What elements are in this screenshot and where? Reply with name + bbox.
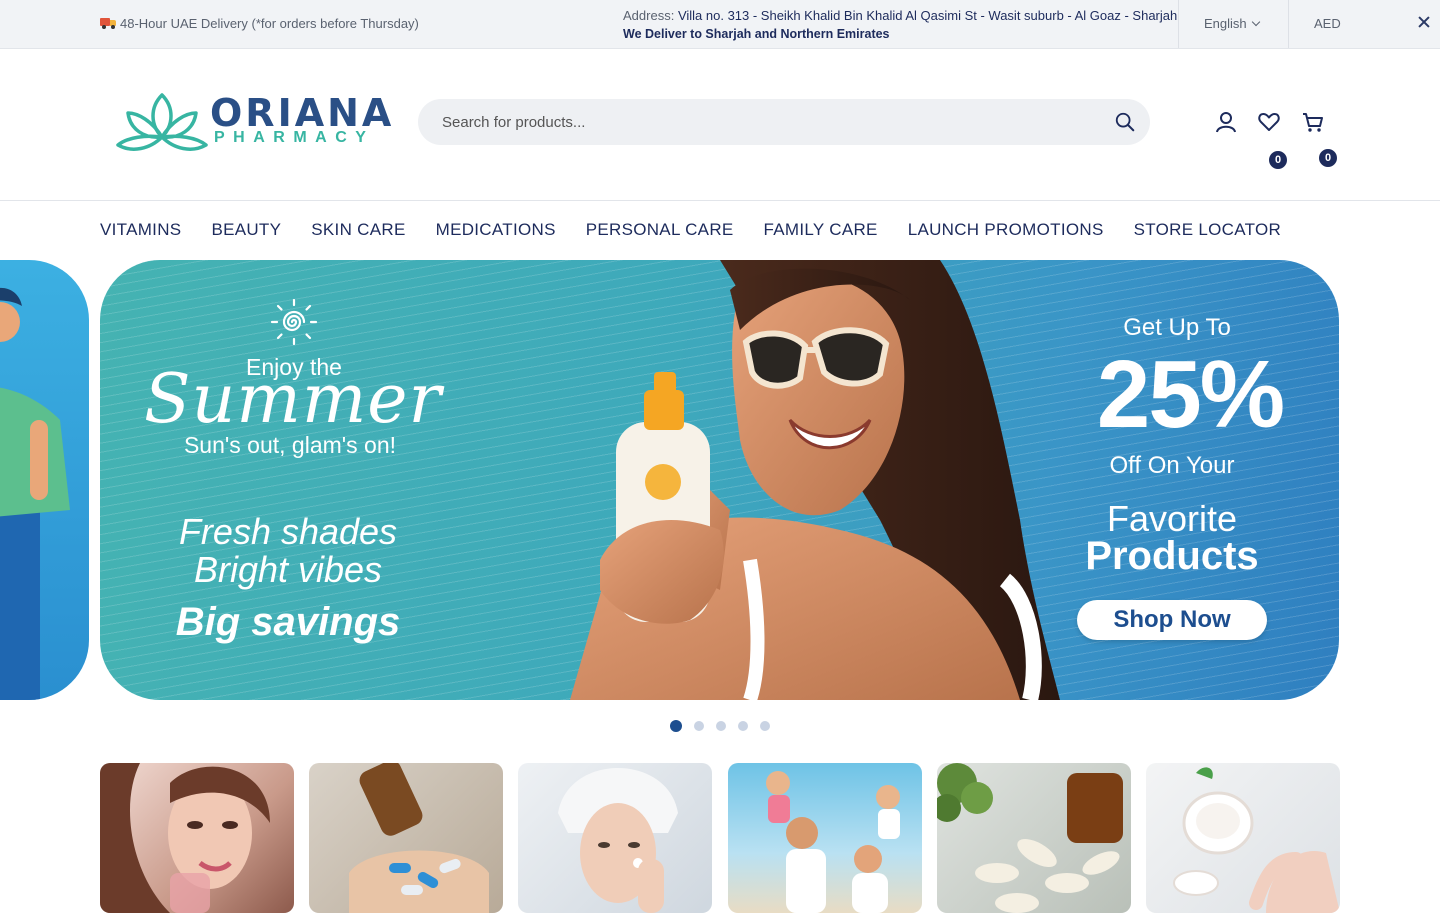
- category-tile-family-care[interactable]: [728, 763, 922, 913]
- nav-item-beauty[interactable]: BEAUTY: [211, 220, 281, 240]
- sun-icon: [270, 298, 318, 346]
- delivery-notice: 48-Hour UAE Delivery (*for orders before…: [100, 16, 419, 31]
- promo-products: Products: [1085, 534, 1259, 578]
- pills-photo: [349, 763, 489, 913]
- hero-savings-text: Big savings: [175, 600, 401, 644]
- promo-percent: 25%: [1096, 341, 1285, 448]
- skincare-photo: [558, 768, 678, 913]
- vitamins-photo: [937, 763, 1123, 913]
- category-tile-skin-care[interactable]: [518, 763, 712, 913]
- personal-care-photo: [1173, 767, 1340, 913]
- model-photo: [570, 260, 1060, 700]
- nav-item-medications[interactable]: MEDICATIONS: [436, 220, 556, 240]
- person-illustration: [0, 287, 70, 700]
- slider-dot-1[interactable]: [670, 720, 682, 732]
- logo[interactable]: ORIANA PHARMACY: [116, 89, 391, 155]
- promo-off-on-your: Off On Your: [1109, 452, 1235, 479]
- category-tile-personal-care[interactable]: [1146, 763, 1340, 913]
- category-tile-beauty[interactable]: [100, 763, 294, 913]
- beauty-photo: [100, 763, 270, 913]
- nav-item-vitamins[interactable]: VITAMINS: [100, 220, 181, 240]
- main-nav: VITAMINS BEAUTY SKIN CARE MEDICATIONS PE…: [0, 201, 1440, 259]
- slider-dot-3[interactable]: [716, 721, 726, 731]
- nav-item-personal-care[interactable]: PERSONAL CARE: [586, 220, 734, 240]
- chevron-down-icon: [1251, 17, 1260, 27]
- delivery-text: 48-Hour UAE Delivery (*for orders before…: [120, 16, 419, 31]
- currency-selector[interactable]: AED: [1314, 16, 1341, 31]
- category-tile-vitamins[interactable]: [937, 763, 1131, 913]
- delivery-area: We Deliver to Sharjah and Northern Emira…: [623, 27, 890, 41]
- hero-summer-title: Summer: [143, 360, 443, 439]
- search-icon[interactable]: [1114, 111, 1136, 133]
- slider-dot-4[interactable]: [738, 721, 748, 731]
- close-icon[interactable]: [1416, 14, 1432, 30]
- shop-now-button[interactable]: Shop Now: [1077, 600, 1267, 640]
- slider-pagination: [670, 720, 770, 732]
- slider-dot-2[interactable]: [694, 721, 704, 731]
- logo-subtitle: PHARMACY: [214, 129, 375, 146]
- search-bar: [418, 99, 1150, 145]
- site-header: ORIANA PHARMACY 0 0: [0, 49, 1440, 201]
- wishlist-count-badge: 0: [1267, 149, 1289, 171]
- hero-tagline: Sun's out, glam's on!: [183, 432, 397, 458]
- category-tiles: [100, 763, 1340, 913]
- hero-banner[interactable]: Enjoy the Summer Sun's out, glam's on! F…: [100, 260, 1339, 700]
- truck-icon: [100, 18, 116, 29]
- cart-icon[interactable]: [1301, 110, 1325, 134]
- cart-count-badge: 0: [1317, 147, 1339, 169]
- store-address: Address: Villa no. 313 - Sheikh Khalid B…: [623, 7, 1177, 43]
- category-tile-medications[interactable]: [309, 763, 503, 913]
- hero-fresh-text: Fresh shades Bright vibes: [140, 513, 436, 589]
- nav-item-launch-promotions[interactable]: LAUNCH PROMOTIONS: [908, 220, 1104, 240]
- search-input[interactable]: [442, 112, 1082, 132]
- slider-dot-5[interactable]: [760, 721, 770, 731]
- promo-get-up-to: Get Up To: [1123, 314, 1231, 341]
- language-selector[interactable]: English: [1204, 16, 1260, 31]
- language-label: English: [1204, 16, 1247, 31]
- hero-fresh-line-2: Bright vibes: [193, 549, 383, 590]
- previous-slide-preview[interactable]: [0, 260, 89, 700]
- hero-fresh-line-1: Fresh shades: [178, 511, 398, 552]
- divider: [1288, 0, 1289, 48]
- heart-icon[interactable]: [1257, 110, 1281, 134]
- family-photo: [766, 771, 900, 913]
- nav-item-store-locator[interactable]: STORE LOCATOR: [1134, 220, 1282, 240]
- user-icon[interactable]: [1214, 110, 1238, 134]
- top-bar: 48-Hour UAE Delivery (*for orders before…: [0, 0, 1440, 49]
- nav-item-family-care[interactable]: FAMILY CARE: [764, 220, 878, 240]
- divider: [1178, 0, 1179, 48]
- address-label: Address:: [623, 8, 675, 23]
- address-value: Villa no. 313 - Sheikh Khalid Bin Khalid…: [677, 8, 1178, 23]
- nav-item-skin-care[interactable]: SKIN CARE: [311, 220, 405, 240]
- lotus-logo-icon: [116, 93, 208, 151]
